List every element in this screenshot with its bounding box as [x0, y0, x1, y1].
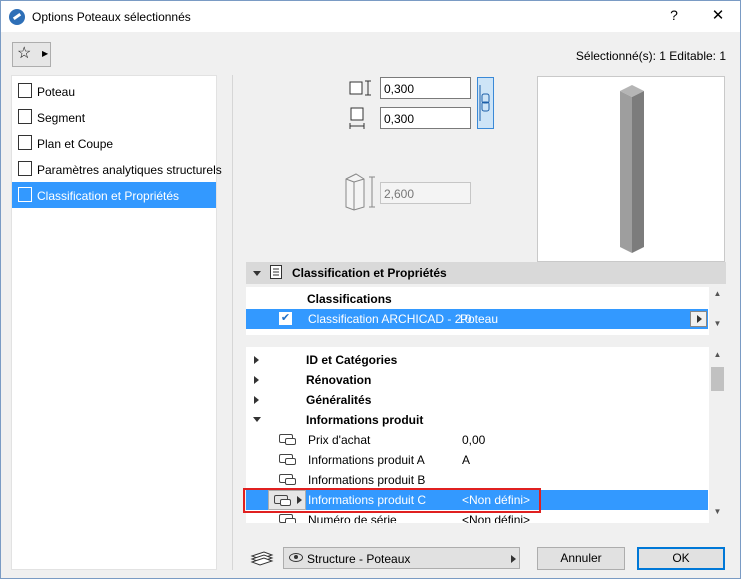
classification-row[interactable]: ✔ Classification ARCHICAD - 2.0 Poteau — [246, 309, 708, 329]
property-icon — [279, 514, 296, 523]
property-row[interactable]: Informations produit A A — [246, 450, 708, 470]
expand-triangle-icon — [254, 396, 259, 404]
title-bar: Options Poteaux sélectionnés ? ✕ — [1, 1, 740, 32]
sidebar-item-label: Classification et Propriétés — [37, 189, 180, 203]
highlight-box — [243, 488, 541, 513]
depth-field[interactable]: 0,300 — [380, 107, 471, 129]
selection-info: Sélectionné(s): 1 Editable: 1 — [575, 49, 726, 63]
property-value[interactable]: A — [462, 453, 470, 467]
chevron-right-icon: ▶ — [42, 49, 49, 58]
classification-system: Classification ARCHICAD - 2.0 — [308, 312, 472, 326]
help-button[interactable]: ? — [664, 7, 684, 27]
property-value[interactable]: <Non défini> — [462, 513, 530, 523]
scroll-thumb[interactable] — [711, 367, 724, 391]
property-icon — [279, 474, 296, 485]
classifications-list: Classifications ✔ Classification ARCHICA… — [246, 287, 726, 335]
options-dialog: Options Poteaux sélectionnés ? ✕ ☆ ▶ Sél… — [0, 0, 741, 579]
property-value[interactable]: 0,00 — [462, 433, 485, 447]
sidebar-item-classification[interactable]: Classification et Propriétés — [12, 182, 216, 208]
star-icon: ☆ — [17, 45, 32, 62]
sidebar-item-plan-et-coupe[interactable]: Plan et Coupe — [12, 130, 216, 156]
sidebar-item-poteau[interactable]: Poteau — [12, 78, 216, 104]
group-label: Informations produit — [306, 413, 424, 427]
sidebar-item-label: Poteau — [37, 85, 76, 99]
structural-analysis-icon — [18, 161, 32, 176]
height-field: 2,600 — [380, 182, 471, 204]
classifications-scrollbar[interactable]: ▲ ▼ — [709, 287, 726, 335]
layer-name: Structure - Poteaux — [307, 552, 411, 566]
scroll-up-icon[interactable]: ▲ — [709, 350, 726, 364]
property-row[interactable]: Prix d'achat 0,00 — [246, 430, 708, 450]
depth-dimension-icon — [349, 107, 365, 129]
scroll-up-icon[interactable]: ▲ — [709, 289, 726, 303]
chevron-right-icon — [697, 315, 702, 323]
floor-plan-icon — [18, 135, 32, 150]
property-name: Prix d'achat — [308, 433, 371, 447]
classification-icon — [18, 187, 32, 202]
property-name: Informations produit A — [308, 453, 425, 467]
property-name: Informations produit B — [308, 473, 426, 487]
close-button[interactable]: ✕ — [707, 6, 729, 28]
ok-button[interactable]: OK — [637, 547, 725, 570]
properties-scrollbar[interactable]: ▲ ▼ — [709, 347, 726, 523]
column-icon — [18, 83, 32, 98]
property-row[interactable]: Informations produit B — [246, 470, 708, 490]
property-icon — [279, 434, 296, 445]
archicad-app-icon — [9, 9, 25, 25]
property-group-row[interactable]: Rénovation — [246, 370, 708, 390]
chevron-right-icon — [511, 555, 516, 563]
height-dimension-icon — [345, 173, 375, 211]
scroll-down-icon[interactable]: ▼ — [709, 507, 726, 521]
group-label: ID et Catégories — [306, 353, 398, 367]
classification-value: Poteau — [460, 312, 499, 326]
classification-icon — [270, 265, 282, 279]
eye-icon — [289, 553, 303, 562]
group-label: Rénovation — [306, 373, 372, 387]
sidebar-item-label: Plan et Coupe — [37, 137, 114, 151]
link-dimensions-button[interactable] — [477, 77, 494, 129]
checkbox-checked-icon[interactable]: ✔ — [279, 312, 292, 325]
collapse-triangle-icon — [253, 271, 261, 276]
expand-triangle-icon — [254, 356, 259, 364]
cancel-button[interactable]: Annuler — [537, 547, 625, 570]
property-group-row[interactable]: ID et Catégories — [246, 350, 708, 370]
classifications-header: Classifications — [307, 292, 392, 306]
layer-selector[interactable]: Structure - Poteaux — [283, 547, 520, 569]
classifications-header-row: Classifications — [246, 289, 708, 309]
settings-sidebar: Poteau Segment Plan et Coupe Paramètres … — [11, 75, 222, 570]
property-group-row[interactable]: Généralités — [246, 390, 708, 410]
column-preview-image — [620, 85, 644, 253]
expand-triangle-icon — [254, 376, 259, 384]
group-label: Généralités — [306, 393, 372, 407]
property-group-row[interactable]: Informations produit — [246, 410, 708, 430]
property-icon — [279, 454, 296, 465]
classification-panel-header[interactable]: Classification et Propriétés — [246, 262, 726, 284]
scroll-down-icon[interactable]: ▼ — [709, 319, 726, 333]
window-title: Options Poteaux sélectionnés — [32, 10, 191, 24]
width-dimension-icon — [349, 80, 371, 96]
favorites-button[interactable]: ☆ ▶ — [12, 42, 51, 67]
column-3d-preview — [537, 76, 725, 262]
panel-title: Classification et Propriétés — [292, 266, 447, 280]
layers-icon — [250, 551, 274, 566]
width-field[interactable]: 0,300 — [380, 77, 471, 99]
classification-picker-button[interactable] — [690, 311, 707, 327]
chain-link-icon — [479, 85, 490, 121]
sidebar-item-segment[interactable]: Segment — [12, 104, 216, 130]
sidebar-item-label: Paramètres analytiques structurels — [37, 163, 222, 177]
collapse-triangle-icon — [253, 417, 261, 422]
property-name: Numéro de série — [308, 513, 397, 523]
sidebar-item-analytiques[interactable]: Paramètres analytiques structurels — [12, 156, 222, 182]
sidebar-item-label: Segment — [37, 111, 86, 125]
segment-icon — [18, 109, 32, 124]
